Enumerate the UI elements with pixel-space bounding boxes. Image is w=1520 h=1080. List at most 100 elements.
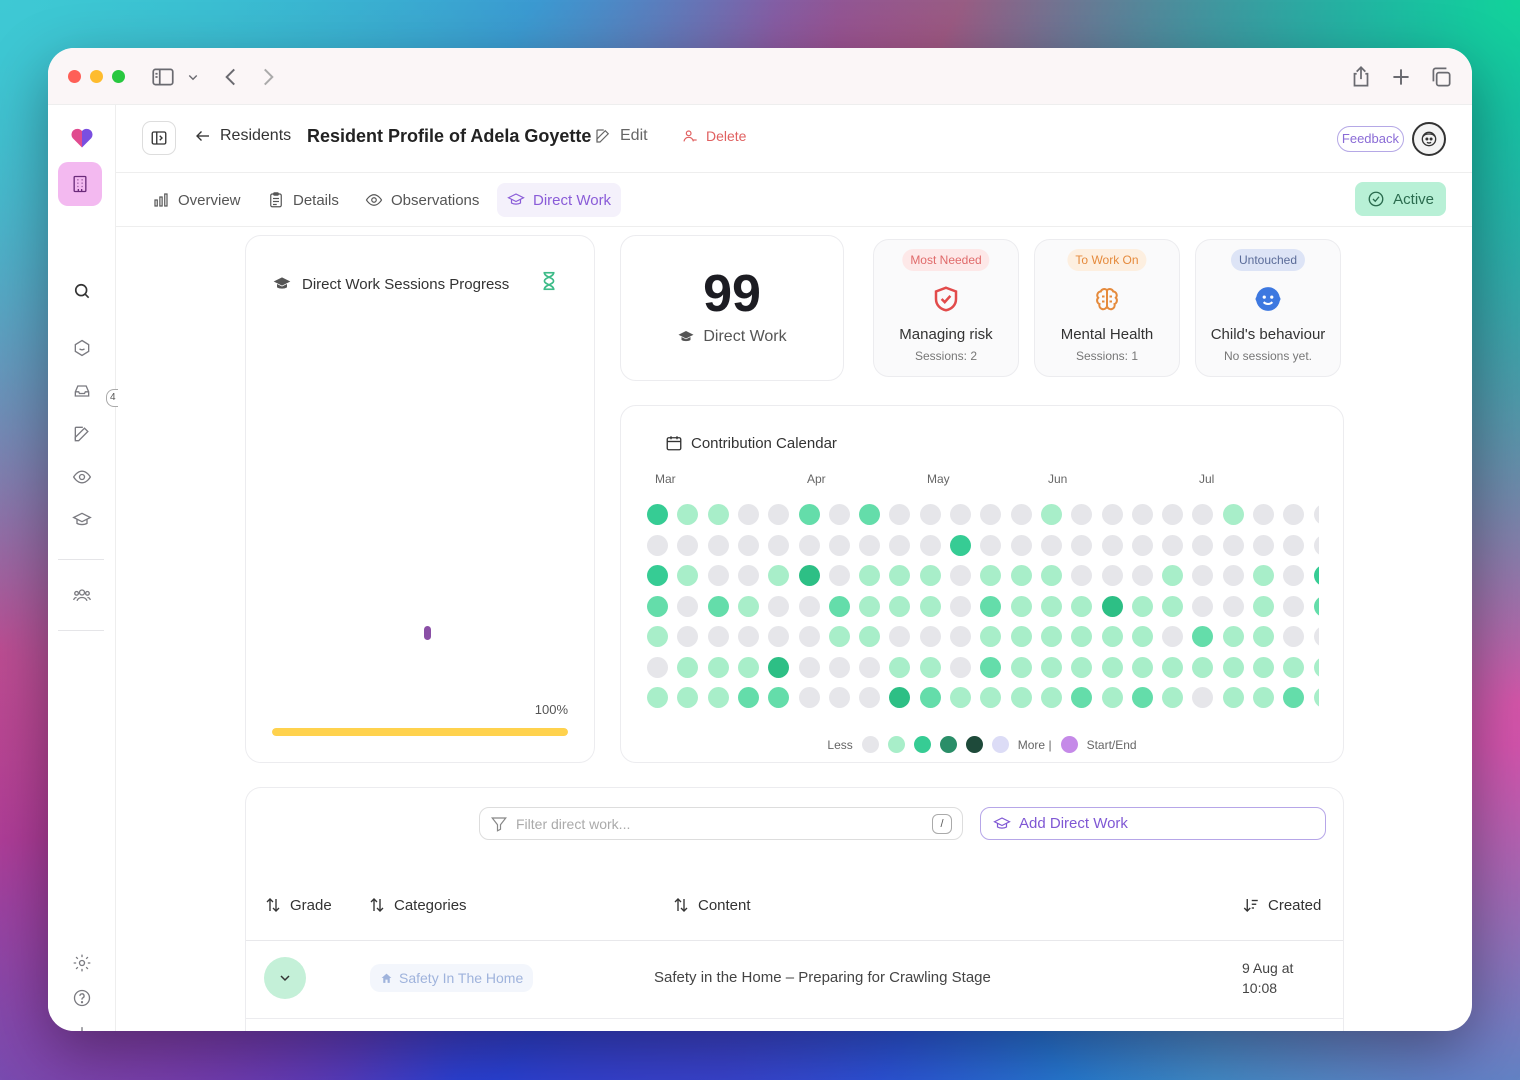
calendar-day-dot[interactable] <box>1071 626 1093 647</box>
calendar-day-dot[interactable] <box>828 595 850 617</box>
calendar-day-dot[interactable] <box>1253 534 1274 556</box>
calendar-day-dot[interactable] <box>980 626 1002 647</box>
add-direct-work-button[interactable]: Add Direct Work <box>980 807 1326 840</box>
calendar-day-dot[interactable] <box>768 595 790 617</box>
calendar-day-dot[interactable] <box>647 565 668 586</box>
calendar-day-dot[interactable] <box>950 534 971 556</box>
calendar-day-dot[interactable] <box>677 687 699 708</box>
tab-overview-icon[interactable] <box>1428 64 1454 90</box>
calendar-day-dot[interactable] <box>768 687 790 708</box>
sidebar-panel-icon[interactable] <box>150 64 176 90</box>
calendar-day-dot[interactable] <box>1071 504 1093 525</box>
calendar-day-dot[interactable] <box>1283 626 1305 647</box>
calendar-day-dot[interactable] <box>798 565 820 586</box>
calendar-day-dot[interactable] <box>828 504 850 525</box>
status-active-button[interactable]: Active <box>1355 182 1446 216</box>
calendar-day-dot[interactable] <box>798 595 820 617</box>
calendar-day-dot[interactable] <box>677 595 699 617</box>
calendar-day-dot[interactable] <box>1131 626 1153 647</box>
calendar-day-dot[interactable] <box>980 656 1002 678</box>
edit-button[interactable]: Edit <box>594 127 648 145</box>
calendar-day-dot[interactable] <box>1222 534 1244 556</box>
forward-arrow-icon[interactable] <box>255 64 281 90</box>
calendar-day-dot[interactable] <box>1071 534 1093 556</box>
calendar-day-dot[interactable] <box>1192 595 1214 617</box>
inbox-icon[interactable] <box>64 373 100 409</box>
column-header-categories[interactable]: Categories <box>368 896 467 914</box>
calendar-day-dot[interactable] <box>1222 504 1244 525</box>
calendar-day-dot[interactable] <box>1010 565 1032 586</box>
calendar-day-dot[interactable] <box>707 687 729 708</box>
calendar-day-dot[interactable] <box>1283 656 1305 678</box>
calendar-day-dot[interactable] <box>798 626 820 647</box>
edit-pencil-icon[interactable] <box>64 416 100 452</box>
calendar-day-dot[interactable] <box>1010 595 1032 617</box>
calendar-day-dot[interactable] <box>828 656 850 678</box>
calendar-day-dot[interactable] <box>1010 534 1032 556</box>
category-pill[interactable]: Safety In The Home <box>370 964 534 992</box>
calendar-day-dot[interactable] <box>828 534 850 556</box>
calendar-day-dot[interactable] <box>1162 595 1184 617</box>
calendar-day-dot[interactable] <box>798 534 820 556</box>
calendar-day-dot[interactable] <box>1101 626 1123 647</box>
calendar-day-dot[interactable] <box>707 504 729 525</box>
add-plus-icon[interactable] <box>64 1015 100 1031</box>
calendar-day-dot[interactable] <box>1313 534 1319 556</box>
calendar-day-dot[interactable] <box>889 656 911 678</box>
calendar-day-dot[interactable] <box>828 565 850 586</box>
calendar-day-dot[interactable] <box>737 565 759 586</box>
calendar-day-dot[interactable] <box>1071 565 1093 586</box>
calendar-day-dot[interactable] <box>1040 656 1062 678</box>
calendar-day-dot[interactable] <box>1253 656 1274 678</box>
calendar-day-dot[interactable] <box>889 534 911 556</box>
calendar-day-dot[interactable] <box>768 504 790 525</box>
calendar-day-dot[interactable] <box>677 534 699 556</box>
calendar-day-dot[interactable] <box>1131 595 1153 617</box>
search-icon[interactable] <box>64 273 100 309</box>
calendar-day-dot[interactable] <box>1162 687 1184 708</box>
calendar-day-dot[interactable] <box>980 534 1002 556</box>
calendar-day-dot[interactable] <box>889 565 911 586</box>
calendar-day-dot[interactable] <box>1283 595 1305 617</box>
calendar-day-dot[interactable] <box>889 504 911 525</box>
column-header-content[interactable]: Content <box>672 896 751 914</box>
calendar-day-dot[interactable] <box>1101 565 1123 586</box>
calendar-day-dot[interactable] <box>828 626 850 647</box>
calendar-day-dot[interactable] <box>1222 656 1244 678</box>
calendar-day-dot[interactable] <box>1192 504 1214 525</box>
calendar-day-dot[interactable] <box>1192 656 1214 678</box>
calendar-day-dot[interactable] <box>889 687 911 708</box>
calendar-day-dot[interactable] <box>647 534 668 556</box>
calendar-day-dot[interactable] <box>1162 565 1184 586</box>
calendar-day-dot[interactable] <box>859 626 881 647</box>
calendar-day-dot[interactable] <box>889 595 911 617</box>
calendar-day-dot[interactable] <box>919 595 941 617</box>
calendar-day-dot[interactable] <box>677 504 699 525</box>
calendar-day-dot[interactable] <box>950 656 971 678</box>
calendar-day-dot[interactable] <box>1010 687 1032 708</box>
calendar-day-dot[interactable] <box>1222 565 1244 586</box>
calendar-day-dot[interactable] <box>980 687 1002 708</box>
graduation-cap-icon[interactable] <box>64 502 100 538</box>
calendar-day-dot[interactable] <box>707 565 729 586</box>
calendar-day-dot[interactable] <box>647 504 668 525</box>
zoom-window-button[interactable] <box>112 70 125 83</box>
calendar-day-dot[interactable] <box>859 565 881 586</box>
calendar-day-dot[interactable] <box>1192 626 1214 647</box>
calendar-day-dot[interactable] <box>1192 565 1214 586</box>
help-question-icon[interactable] <box>64 980 100 1016</box>
smile-icon[interactable] <box>64 330 100 366</box>
calendar-day-dot[interactable] <box>1253 565 1274 586</box>
calendar-day-dot[interactable] <box>950 595 971 617</box>
calendar-day-dot[interactable] <box>768 626 790 647</box>
calendar-day-dot[interactable] <box>1313 595 1319 617</box>
calendar-day-dot[interactable] <box>737 504 759 525</box>
calendar-day-dot[interactable] <box>1283 504 1305 525</box>
category-card-mental-health[interactable]: To Work On Mental Health Sessions: 1 <box>1034 239 1180 377</box>
calendar-day-dot[interactable] <box>1040 565 1062 586</box>
calendar-day-dot[interactable] <box>707 626 729 647</box>
calendar-day-dot[interactable] <box>828 687 850 708</box>
calendar-day-dot[interactable] <box>1010 656 1032 678</box>
calendar-day-dot[interactable] <box>950 565 971 586</box>
calendar-day-dot[interactable] <box>889 626 911 647</box>
